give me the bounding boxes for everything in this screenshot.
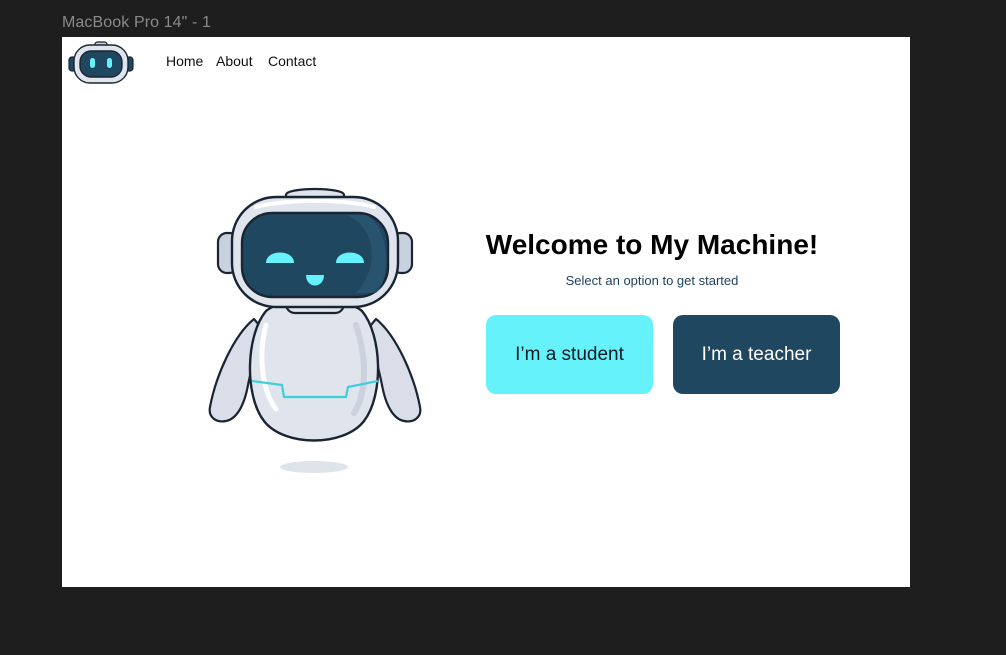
teacher-button[interactable]: I’m a teacher <box>673 315 840 394</box>
robot-head-logo-icon[interactable] <box>68 41 134 85</box>
student-button[interactable]: I’m a student <box>486 315 653 394</box>
page-subtitle: Select an option to get started <box>565 273 739 288</box>
nav-contact-link[interactable]: Contact <box>268 53 316 69</box>
nav-home-link[interactable]: Home <box>166 53 203 69</box>
robot-illustration <box>208 187 422 473</box>
page-title: Welcome to My Machine! <box>485 229 819 260</box>
page-frame: Home About Contact Welcome to My Machine… <box>62 37 910 587</box>
nav-about-link[interactable]: About <box>216 53 253 69</box>
frame-label: MacBook Pro 14" - 1 <box>62 14 211 31</box>
